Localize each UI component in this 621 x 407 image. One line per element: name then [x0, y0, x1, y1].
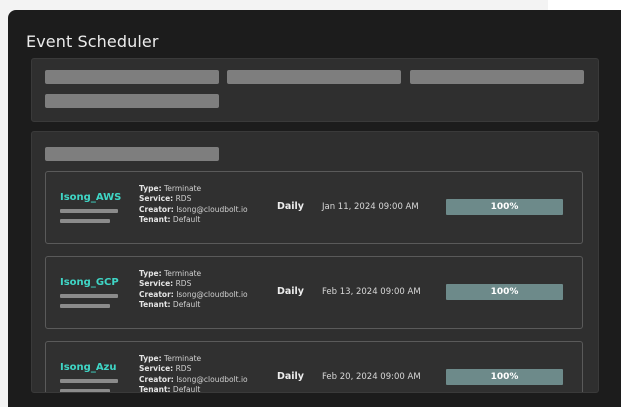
- event-subtitle-placeholder: [60, 209, 118, 213]
- event-details: Type: Terminate Service: RDS Creator: Is…: [139, 354, 248, 393]
- filter-placeholder-1[interactable]: [45, 70, 219, 84]
- type-value: Terminate: [163, 269, 202, 278]
- service-value: RDS: [175, 194, 192, 204]
- event-subtitle-placeholder: [60, 304, 110, 308]
- filter-placeholder-2[interactable]: [227, 70, 401, 84]
- event-subtitle-placeholder: [60, 379, 118, 383]
- tenant-value: Default: [172, 214, 201, 224]
- service-value: RDS: [175, 279, 192, 289]
- event-scheduler-window: Event Scheduler Isong_AWS Type: Terminat…: [8, 10, 621, 407]
- event-name[interactable]: Isong_Azu: [60, 362, 117, 373]
- event-frequency: Daily: [277, 201, 305, 212]
- tenant-label: Tenant:: [139, 214, 171, 224]
- tenant-value: Default: [172, 299, 201, 309]
- list-header-placeholder: [45, 147, 219, 161]
- type-value: Terminate: [163, 354, 202, 363]
- progress-label: 100%: [490, 202, 519, 212]
- type-label: Type:: [139, 354, 162, 363]
- event-card[interactable]: Isong_Azu Type: Terminate Service: RDS C…: [45, 341, 583, 393]
- tenant-label: Tenant:: [139, 299, 171, 309]
- event-name[interactable]: Isong_AWS: [60, 192, 121, 203]
- event-details: Type: Terminate Service: RDS Creator: Is…: [139, 269, 248, 310]
- progress-bar: 100%: [446, 284, 563, 300]
- creator-label: Creator:: [139, 374, 174, 384]
- service-value: RDS: [175, 364, 192, 374]
- creator-label: Creator:: [139, 289, 174, 299]
- service-label: Service:: [139, 194, 174, 204]
- event-card[interactable]: Isong_GCP Type: Terminate Service: RDS C…: [45, 256, 583, 329]
- event-subtitle-placeholder: [60, 294, 118, 298]
- event-datetime: Jan 11, 2024 09:00 AM: [322, 202, 419, 212]
- event-name[interactable]: Isong_GCP: [60, 277, 119, 288]
- progress-label: 100%: [490, 287, 519, 297]
- event-card[interactable]: Isong_AWS Type: Terminate Service: RDS C…: [45, 171, 583, 244]
- type-value: Terminate: [163, 184, 202, 193]
- event-datetime: Feb 13, 2024 09:00 AM: [322, 287, 421, 297]
- page-title: Event Scheduler: [26, 32, 159, 51]
- filters-panel: [31, 58, 599, 122]
- tenant-label: Tenant:: [139, 384, 171, 393]
- event-frequency: Daily: [277, 286, 305, 297]
- type-label: Type:: [139, 184, 162, 193]
- progress-bar: 100%: [446, 369, 563, 385]
- creator-value: Isong@cloudbolt.io: [176, 204, 248, 214]
- event-frequency: Daily: [277, 371, 305, 382]
- filter-placeholder-3[interactable]: [410, 70, 584, 84]
- creator-label: Creator:: [139, 204, 174, 214]
- event-details: Type: Terminate Service: RDS Creator: Is…: [139, 184, 248, 225]
- event-list-panel: Isong_AWS Type: Terminate Service: RDS C…: [31, 131, 599, 393]
- type-label: Type:: [139, 269, 162, 278]
- creator-value: Isong@cloudbolt.io: [176, 289, 248, 299]
- service-label: Service:: [139, 364, 174, 374]
- event-subtitle-placeholder: [60, 219, 110, 223]
- progress-label: 100%: [490, 372, 519, 382]
- event-subtitle-placeholder: [60, 389, 110, 392]
- filter-placeholder-4[interactable]: [45, 94, 219, 108]
- event-datetime: Feb 20, 2024 09:00 AM: [322, 372, 421, 382]
- service-label: Service:: [139, 279, 174, 289]
- tenant-value: Default: [172, 384, 201, 393]
- creator-value: Isong@cloudbolt.io: [176, 374, 248, 384]
- progress-bar: 100%: [446, 199, 563, 215]
